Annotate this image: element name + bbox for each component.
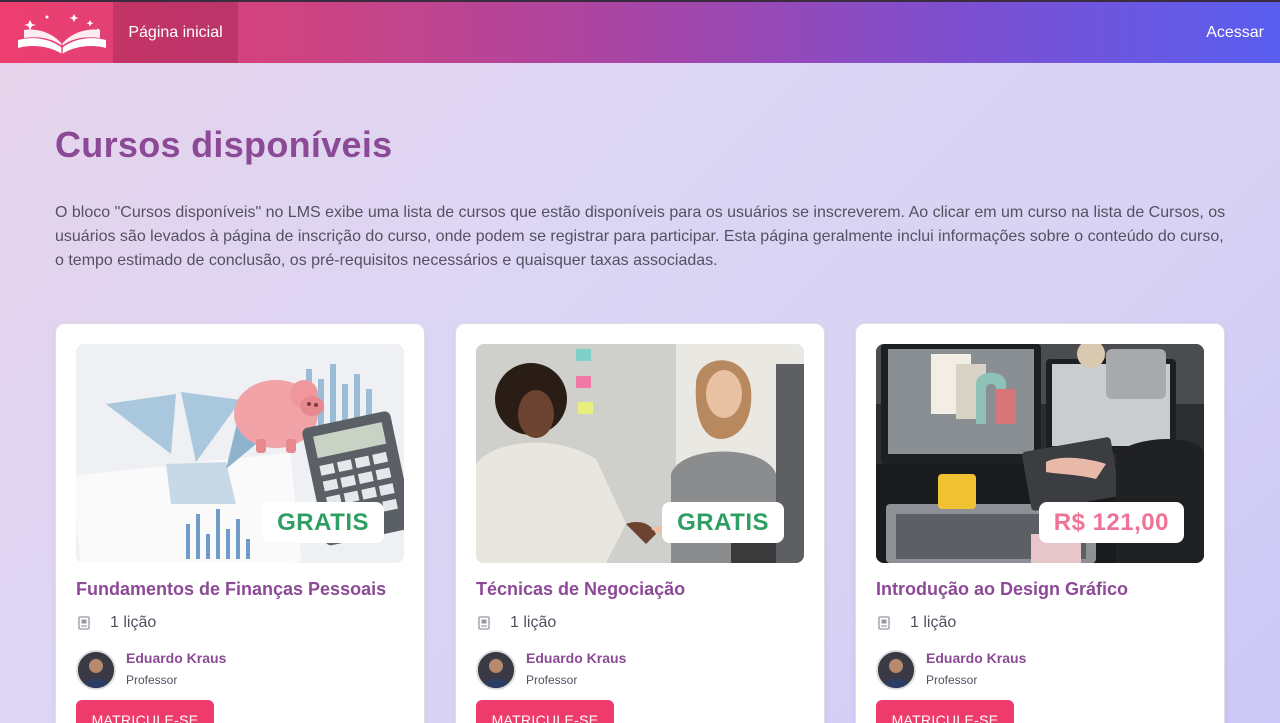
enroll-button[interactable]: MATRICULE-SE [876, 700, 1014, 723]
lesson-icon [478, 616, 490, 630]
course-card: GRATIS Técnicas de Negociação 1 lição Ed… [455, 323, 825, 723]
open-book-icon[interactable] [12, 8, 112, 60]
course-title[interactable]: Fundamentos de Finanças Pessoais [76, 579, 386, 600]
course-image-negotiation[interactable]: GRATIS [476, 344, 804, 563]
lesson-icon [878, 616, 890, 630]
top-navbar: Página inicial Acessar [0, 0, 1280, 63]
course-card: GRATIS Fundamentos de Finanças Pessoais … [55, 323, 425, 723]
price-badge: GRATIS [662, 502, 784, 543]
avatar[interactable] [476, 650, 516, 690]
price-badge: GRATIS [262, 502, 384, 543]
lesson-count-label: 1 lição [110, 614, 157, 631]
lesson-count: 1 lição [876, 612, 956, 634]
intro-paragraph: O bloco "Cursos disponíveis" no LMS exib… [55, 204, 1226, 269]
login-link[interactable]: Acessar [1206, 2, 1264, 63]
author-name[interactable]: Eduardo Kraus [126, 650, 226, 666]
enroll-button[interactable]: MATRICULE-SE [476, 700, 614, 723]
course-title[interactable]: Introdução ao Design Gráfico [876, 579, 1128, 600]
lesson-count: 1 lição [476, 612, 556, 634]
author-name[interactable]: Eduardo Kraus [526, 650, 626, 666]
author-role: Professor [926, 673, 978, 687]
enroll-button[interactable]: MATRICULE-SE [76, 700, 214, 723]
price-badge: R$ 121,00 [1038, 502, 1184, 543]
nav-home-link[interactable]: Página inicial [113, 2, 238, 63]
lesson-count: 1 lição [76, 612, 156, 634]
avatar[interactable] [76, 650, 116, 690]
author-role: Professor [526, 673, 578, 687]
course-image-design[interactable]: R$ 121,00 [876, 344, 1204, 563]
lesson-count-label: 1 lição [510, 614, 557, 631]
lesson-count-label: 1 lição [910, 614, 957, 631]
course-title[interactable]: Técnicas de Negociação [476, 579, 685, 600]
page-title: Cursos disponíveis [55, 124, 393, 165]
author-role: Professor [126, 673, 178, 687]
course-image-finance[interactable]: GRATIS [76, 344, 404, 563]
lesson-icon [78, 616, 90, 630]
course-card: R$ 121,00 Introdução ao Design Gráfico 1… [855, 323, 1225, 723]
avatar[interactable] [876, 650, 916, 690]
author-name[interactable]: Eduardo Kraus [926, 650, 1026, 666]
